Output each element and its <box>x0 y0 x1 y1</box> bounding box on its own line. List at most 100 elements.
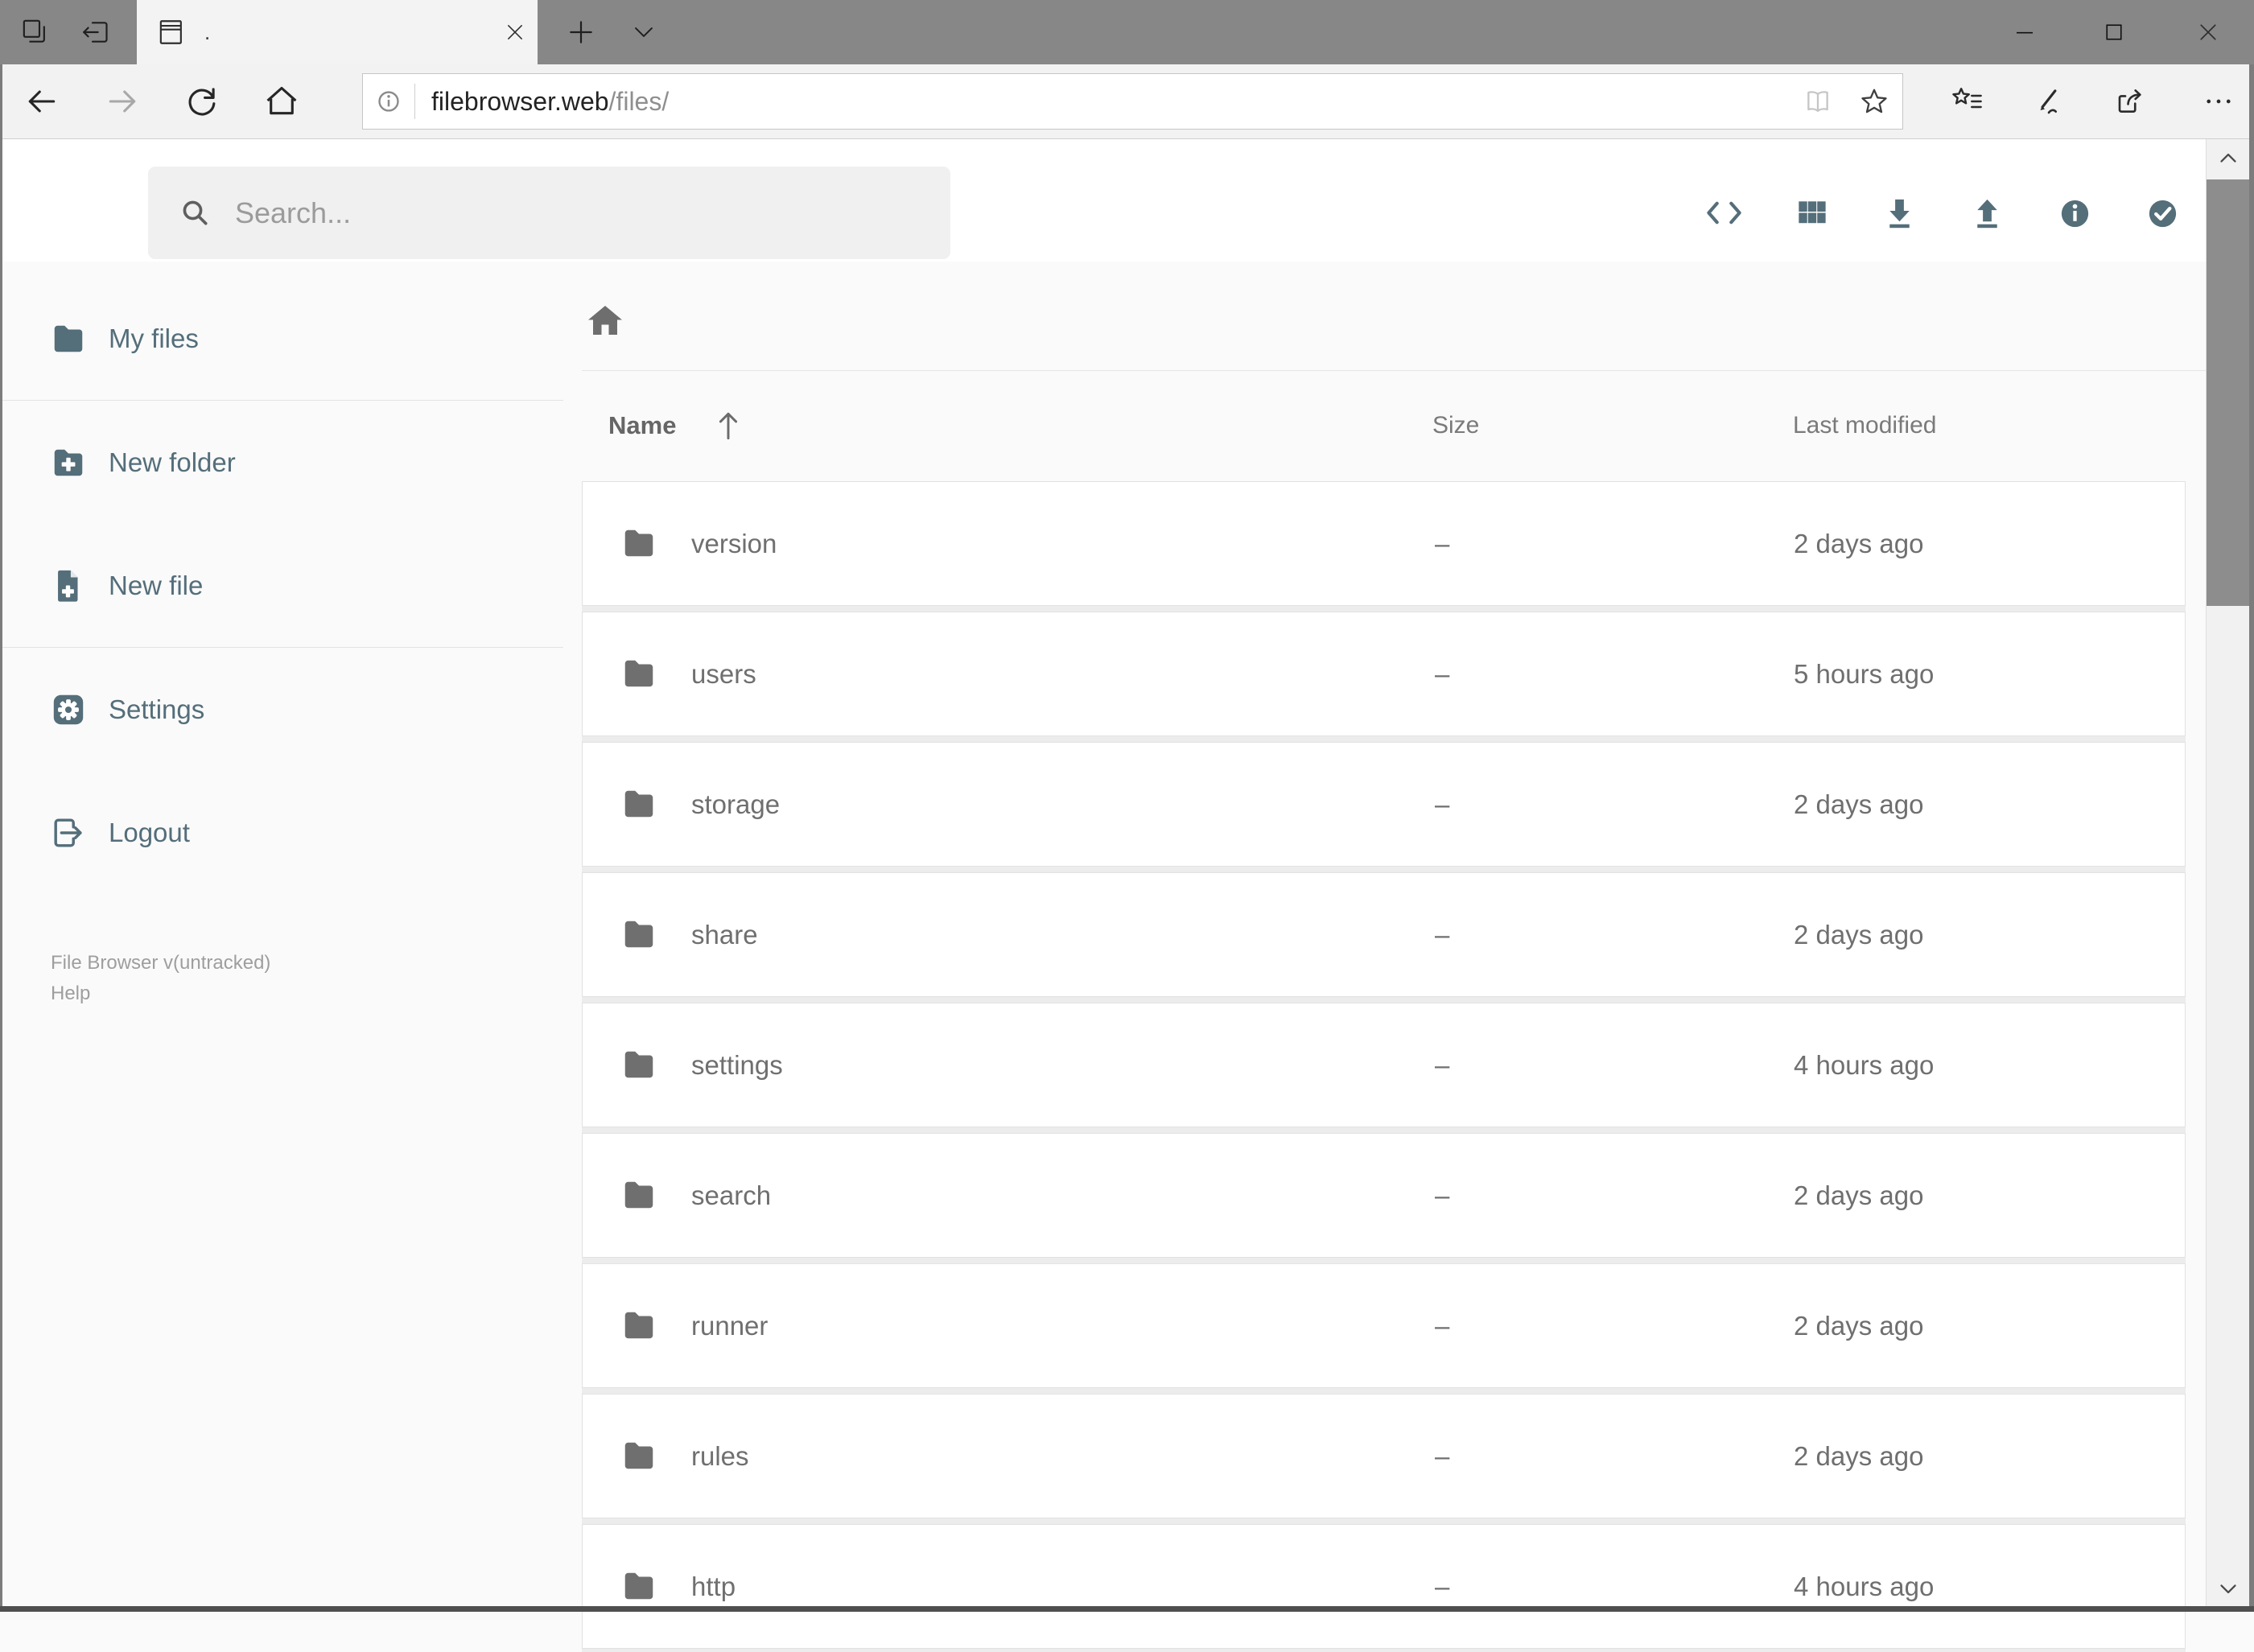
info-icon <box>2061 200 2088 227</box>
file-modified: 2 days ago <box>1794 1440 1924 1471</box>
tab-preview-icon <box>23 19 45 43</box>
file-modified: 2 days ago <box>1794 789 1924 819</box>
file-name: users <box>691 658 756 689</box>
upload-button[interactable] <box>1963 188 2011 237</box>
window-minimize-button[interactable] <box>1984 0 2065 64</box>
hub-favorites-button[interactable] <box>1935 64 2000 138</box>
file-row-storage[interactable]: storage – 2 days ago <box>582 742 2186 867</box>
file-row-share[interactable]: share – 2 days ago <box>582 872 2186 997</box>
scroll-down-button[interactable] <box>2207 1569 2250 1608</box>
sidebar-footer: File Browser v(untracked) Help <box>51 948 270 1009</box>
column-header-last-modified[interactable]: Last modified <box>1793 403 1936 448</box>
browser-home-button[interactable] <box>249 64 314 138</box>
file-name: share <box>691 919 758 950</box>
dots-icon <box>2207 99 2231 104</box>
set-tabs-aside-button[interactable] <box>68 0 126 64</box>
sidebar-item-label: Logout <box>109 817 190 847</box>
search-input[interactable] <box>233 195 950 231</box>
logout-icon <box>54 818 82 847</box>
file-row-rules[interactable]: rules – 2 days ago <box>582 1394 2186 1518</box>
scrollbar-thumb[interactable] <box>2207 179 2250 606</box>
folder-plus-icon <box>54 449 83 476</box>
favorite-star-button[interactable] <box>1846 74 1902 129</box>
tab-list-button[interactable] <box>613 0 674 64</box>
site-info-icon[interactable] <box>363 74 414 129</box>
sidebar-item-label: My files <box>109 323 199 353</box>
main-content: Name Size Last modified version – 2 days a… <box>563 262 2206 1652</box>
maximize-icon <box>2106 24 2122 40</box>
app-version-text: File Browser v(untracked) <box>51 952 271 974</box>
file-modified: 2 days ago <box>1794 528 1924 558</box>
browser-navbar: filebrowser.web/files/ <box>0 64 2254 139</box>
window-maximize-button[interactable] <box>2074 0 2154 64</box>
share-icon <box>2118 89 2141 113</box>
info-button[interactable] <box>2050 188 2099 237</box>
scroll-up-button[interactable] <box>2207 139 2250 178</box>
chev-up-scroll-icon <box>2220 153 2236 163</box>
sidebar-item-label: Settings <box>109 694 205 724</box>
search-bar[interactable] <box>148 167 950 259</box>
file-plus-icon <box>58 570 78 602</box>
window-frame-right <box>2249 64 2254 1612</box>
tab-page-icon <box>159 20 182 44</box>
share-button[interactable] <box>2099 64 2163 138</box>
reading-view-button[interactable] <box>1790 74 1846 129</box>
minimize-icon <box>2017 31 2033 34</box>
file-listing: version – 2 days ago users – 5 hours ago stora… <box>582 481 2186 1652</box>
file-row-users[interactable]: users – 5 hours ago <box>582 612 2186 736</box>
refresh-button[interactable] <box>169 64 233 138</box>
folder-icon <box>624 529 653 557</box>
close-x-icon <box>2200 24 2216 40</box>
window-close-button[interactable] <box>2168 0 2248 64</box>
file-modified: 2 days ago <box>1794 919 1924 950</box>
folder-icon <box>624 1051 653 1078</box>
file-row-settings[interactable]: settings – 4 hours ago <box>582 1003 2186 1127</box>
column-header-name[interactable]: Name <box>608 403 676 448</box>
file-row-version[interactable]: version – 2 days ago <box>582 481 2186 606</box>
folder-icon <box>624 1181 653 1209</box>
address-bar[interactable]: filebrowser.web/files/ <box>362 73 1903 130</box>
info-outline-icon <box>378 91 399 112</box>
breadcrumb-divider <box>582 370 2206 371</box>
forward-button[interactable] <box>90 64 155 138</box>
file-row-http[interactable]: http – 4 hours ago <box>582 1524 2186 1649</box>
file-row-search[interactable]: search – 2 days ago <box>582 1133 2186 1258</box>
back-button[interactable] <box>10 64 74 138</box>
tab-preview-button[interactable] <box>6 0 64 64</box>
grid-view-button[interactable] <box>1787 188 1836 237</box>
search-icon <box>179 196 212 230</box>
breadcrumb-home-button[interactable] <box>586 302 624 340</box>
web-notes-button[interactable] <box>2017 64 2081 138</box>
new-tab-button[interactable] <box>552 0 610 64</box>
download-button[interactable] <box>1875 188 1923 237</box>
sidebar-item-settings[interactable]: Settings <box>0 648 563 771</box>
download-icon <box>1889 199 1910 228</box>
help-link[interactable]: Help <box>51 978 270 1009</box>
sidebar: My files New folder New file Settings Logout… <box>0 262 563 1612</box>
sort-ascending-icon[interactable] <box>713 408 744 443</box>
sidebar-item-new-folder[interactable]: New folder <box>0 401 563 524</box>
address-separator <box>414 84 415 119</box>
column-header-size[interactable]: Size <box>1432 403 1479 448</box>
file-size: – <box>1435 789 1450 819</box>
sidebar-item-logout[interactable]: Logout <box>0 771 563 894</box>
sort-up-icon <box>719 412 738 440</box>
browser-tab[interactable]: . <box>137 0 538 64</box>
more-menu-button[interactable] <box>2186 64 2251 138</box>
file-row-runner[interactable]: runner – 2 days ago <box>582 1263 2186 1388</box>
sidebar-item-my-files[interactable]: My files <box>0 277 563 400</box>
file-name: http <box>691 1571 736 1601</box>
chev-down-icon <box>635 27 653 37</box>
refresh-icon <box>188 88 216 116</box>
folder-icon <box>624 1572 653 1600</box>
select-multiple-button[interactable] <box>2138 188 2186 237</box>
sidebar-item-new-file[interactable]: New file <box>0 524 563 647</box>
window-frame-left <box>0 64 2 1612</box>
code-view-button[interactable] <box>1700 188 1748 237</box>
sidebar-item-label: New folder <box>109 447 236 477</box>
file-name: rules <box>691 1440 749 1471</box>
page-scrollbar[interactable] <box>2206 139 2250 1612</box>
search-icon <box>183 200 208 225</box>
tab-close-button[interactable] <box>492 0 538 64</box>
hub-icon <box>1952 88 1982 109</box>
